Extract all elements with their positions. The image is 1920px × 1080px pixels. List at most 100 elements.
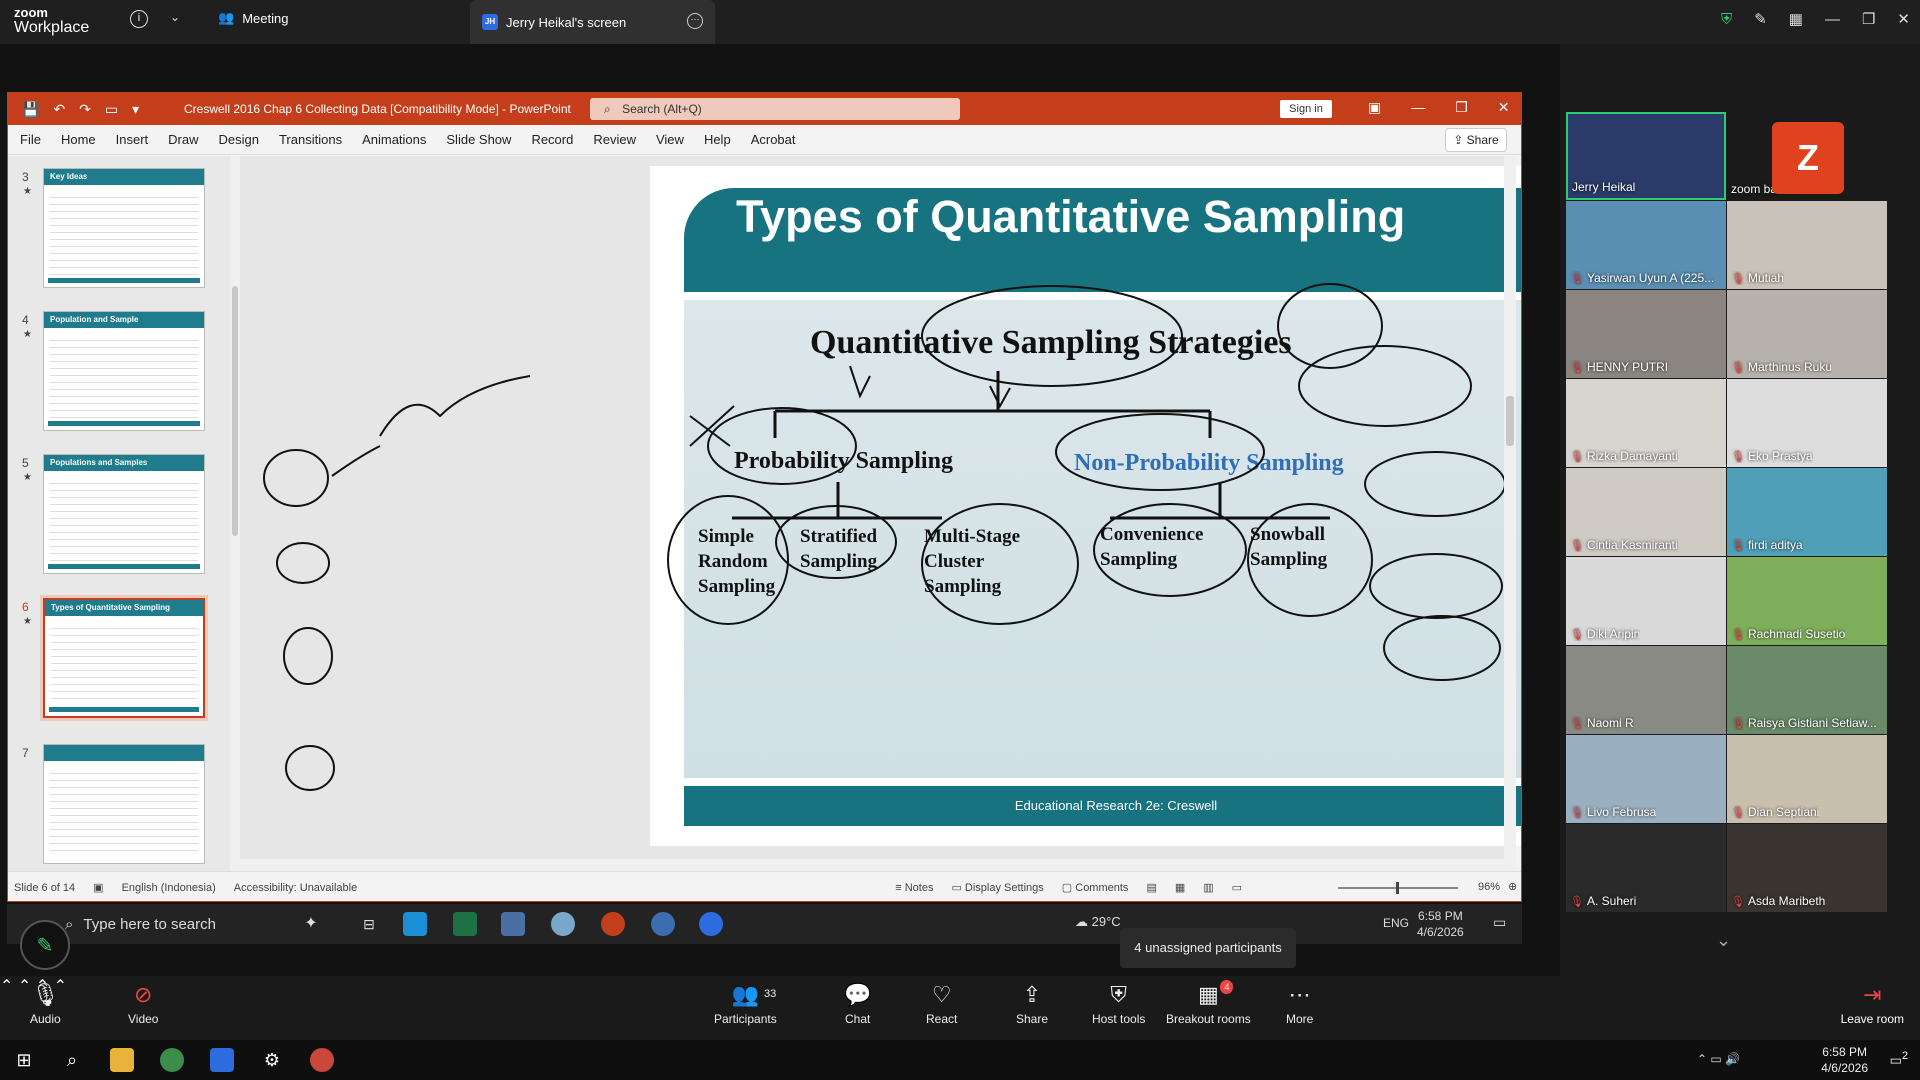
chat-button[interactable]: 💬 Chat xyxy=(844,982,871,1026)
accessibility-status[interactable]: Accessibility: Unavailable xyxy=(234,882,358,894)
participant-tile[interactable]: 🎙 Raisya Gistiani Setiaw... xyxy=(1727,646,1887,734)
app-icon[interactable] xyxy=(551,912,575,936)
participant-tile[interactable]: 🎙 Asda Maribeth xyxy=(1727,824,1887,912)
more-button[interactable]: ⋯ More xyxy=(1286,982,1313,1026)
participant-tile[interactable]: 🎙 firdi aditya xyxy=(1727,468,1887,556)
participant-tile[interactable]: 🎙 Livo Februsa xyxy=(1566,735,1726,823)
save-icon[interactable]: 💾 xyxy=(22,101,39,118)
notification-icon[interactable]: ▭ xyxy=(1493,914,1506,931)
menu-transitions[interactable]: Transitions xyxy=(279,132,342,147)
menu-record[interactable]: Record xyxy=(531,132,573,147)
language-indicator[interactable]: ENG xyxy=(1383,916,1409,930)
edge-icon[interactable] xyxy=(403,912,427,936)
comments-button[interactable]: ▢ Comments xyxy=(1062,881,1129,894)
close-icon[interactable]: ✕ xyxy=(1897,10,1910,28)
chevron-up-icon[interactable]: ⌃ xyxy=(0,978,13,995)
fit-slide-icon[interactable]: ⊕ xyxy=(1508,880,1517,893)
participant-tile[interactable]: 🎙 Naomi R xyxy=(1566,646,1726,734)
system-tray-icons[interactable]: ⌃ ▭ 🔊 xyxy=(1697,1052,1740,1066)
slide-thumbnail-3[interactable]: Key Ideas xyxy=(43,168,205,288)
participant-tile[interactable]: 🎙 Mutiah xyxy=(1727,201,1887,289)
slideshow-view-icon[interactable]: ▭ xyxy=(1232,881,1242,894)
slide-thumbnail-6[interactable]: Types of Quantitative Sampling xyxy=(40,595,208,721)
participant-tile[interactable]: 🎙 Marthinus Ruku xyxy=(1727,290,1887,378)
participant-tile[interactable]: 🎙 A. Suheri xyxy=(1566,824,1726,912)
chrome-icon[interactable] xyxy=(160,1048,184,1072)
menu-slide-show[interactable]: Slide Show xyxy=(446,132,511,147)
view-icon[interactable]: ▦ xyxy=(1789,10,1803,28)
participant-tile[interactable]: Jerry Heikal xyxy=(1566,112,1726,200)
chevron-down-icon[interactable]: ⌄ xyxy=(170,10,180,24)
zoom-app-icon[interactable] xyxy=(699,912,723,936)
zoom-taskbar-icon[interactable] xyxy=(210,1048,234,1072)
leave-room-button[interactable]: ⇥ Leave room xyxy=(1841,982,1904,1026)
menu-file[interactable]: File xyxy=(20,132,41,147)
shield-icon[interactable]: ⛨ xyxy=(1721,11,1732,28)
spellcheck-icon[interactable]: ▣ xyxy=(93,881,103,894)
gear-icon[interactable]: ⚙ xyxy=(260,1048,284,1072)
ppt-search-box[interactable]: ⌕ Search (Alt+Q) xyxy=(590,98,960,120)
slide-horizontal-scrollbar[interactable] xyxy=(240,859,1504,871)
zoom-level[interactable]: 96% xyxy=(1478,881,1500,893)
minimize-icon[interactable]: — xyxy=(1825,11,1840,28)
file-explorer-icon[interactable] xyxy=(110,1048,134,1072)
display-settings-button[interactable]: ▭ Display Settings xyxy=(951,881,1043,894)
system-clock[interactable]: 6:58 PM 4/6/2026 xyxy=(1821,1044,1868,1076)
zoom-slider[interactable] xyxy=(1338,882,1458,894)
menu-view[interactable]: View xyxy=(656,132,684,147)
restore-icon[interactable]: ❐ xyxy=(1455,99,1468,116)
menu-review[interactable]: Review xyxy=(593,132,636,147)
react-button[interactable]: ♡ React xyxy=(926,982,957,1026)
slide-thumbnail-5[interactable]: Populations and Samples xyxy=(43,454,205,574)
menu-animations[interactable]: Animations xyxy=(362,132,426,147)
audio-button[interactable]: 🎙 Audio xyxy=(30,982,61,1026)
restore-icon[interactable]: ❐ xyxy=(1862,10,1875,28)
menu-design[interactable]: Design xyxy=(219,132,259,147)
menu-draw[interactable]: Draw xyxy=(168,132,198,147)
present-icon[interactable]: ▭ xyxy=(105,101,118,118)
menu-acrobat[interactable]: Acrobat xyxy=(751,132,796,147)
chrome-profile-icon[interactable] xyxy=(310,1048,334,1072)
scrollbar-thumb[interactable] xyxy=(1506,396,1514,446)
notes-button[interactable]: ≡ Notes xyxy=(895,882,933,894)
excel-icon[interactable] xyxy=(453,912,477,936)
calculator-icon[interactable] xyxy=(501,912,525,936)
info-icon[interactable]: i xyxy=(130,10,148,28)
slide-vertical-scrollbar[interactable] xyxy=(1504,156,1516,871)
menu-home[interactable]: Home xyxy=(61,132,96,147)
breakout-rooms-button[interactable]: ▦ 4 Breakout rooms xyxy=(1166,980,1251,1026)
language-indicator[interactable]: English (Indonesia) xyxy=(122,882,216,894)
menu-insert[interactable]: Insert xyxy=(116,132,149,147)
undo-icon[interactable]: ↶ xyxy=(53,101,65,118)
search-icon[interactable]: ⌕ xyxy=(60,1048,84,1072)
participant-tile[interactable]: 🎙 Rachmadi Susetio xyxy=(1727,557,1887,645)
share-button[interactable]: ⇪ Share xyxy=(1445,128,1507,152)
more-icon[interactable]: ··· xyxy=(687,13,703,29)
participant-tile[interactable]: 🎙 Eko Prastya xyxy=(1727,379,1887,467)
video-button[interactable]: ⊘ Video xyxy=(128,982,158,1026)
chevron-down-icon[interactable]: ⌄ xyxy=(1716,930,1731,951)
participant-tile[interactable]: 🎙 Cintia Kasmiranti xyxy=(1566,468,1726,556)
slide-sorter-icon[interactable]: ▦ xyxy=(1175,881,1185,894)
reading-view-icon[interactable]: ▥ xyxy=(1203,881,1213,894)
notification-center-icon[interactable]: ▭2 xyxy=(1890,1050,1908,1068)
minimize-icon[interactable]: — xyxy=(1411,99,1425,116)
normal-view-icon[interactable]: ▤ xyxy=(1146,881,1156,894)
participant-tile[interactable]: 🎙 Rizka Damayanti xyxy=(1566,379,1726,467)
sign-in-button[interactable]: Sign in xyxy=(1280,100,1332,118)
redo-icon[interactable]: ↷ xyxy=(79,101,91,118)
host-tools-button[interactable]: ⛨ Host tools xyxy=(1092,982,1145,1026)
share-screen-button[interactable]: ⇪ Share xyxy=(1016,982,1048,1026)
menu-help[interactable]: Help xyxy=(704,132,731,147)
browser-icon[interactable] xyxy=(651,912,675,936)
copilot-icon[interactable]: ✦ xyxy=(299,912,323,936)
close-icon[interactable]: ✕ xyxy=(1498,99,1510,116)
task-view-icon[interactable]: ⊟ xyxy=(357,912,381,936)
slide-thumbnail-4[interactable]: Population and Sample xyxy=(43,311,205,431)
customize-icon[interactable]: ▾ xyxy=(132,101,139,118)
pen-icon[interactable]: ✎ xyxy=(1754,10,1767,28)
scrollbar-thumb[interactable] xyxy=(232,286,238,536)
participant-tile[interactable]: 🎙 HENNY PUTRI xyxy=(1566,290,1726,378)
participant-tile[interactable]: 🎙 Dian Septiani xyxy=(1727,735,1887,823)
zoom-slider-thumb[interactable] xyxy=(1396,882,1399,894)
